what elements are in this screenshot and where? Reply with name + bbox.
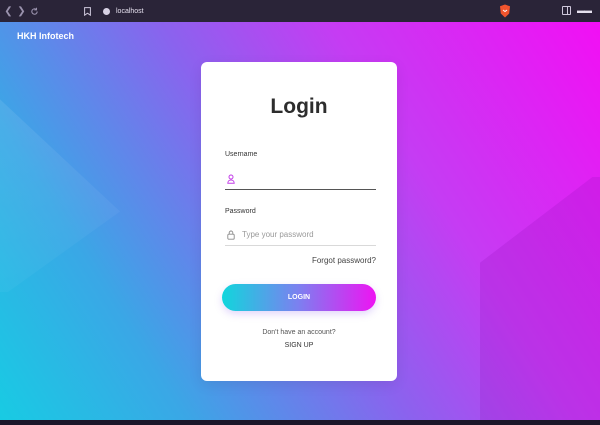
forgot-password-link[interactable]: Forgot password? xyxy=(312,256,376,265)
background-shape-left xyxy=(0,62,120,292)
login-button[interactable]: LOGIN xyxy=(222,284,376,311)
reload-icon[interactable] xyxy=(28,0,41,22)
chevron-right-icon[interactable]: ❯ xyxy=(15,0,28,22)
wallet-icon[interactable]: ▬▬ xyxy=(577,6,592,15)
password-field-row xyxy=(225,224,376,246)
sidebar-toggle-icon[interactable] xyxy=(562,6,571,15)
chevron-left-icon[interactable]: ❮ xyxy=(2,0,15,22)
bookmark-icon[interactable] xyxy=(81,0,94,22)
username-field-row xyxy=(225,168,376,190)
background-shape-right xyxy=(480,177,600,420)
user-icon xyxy=(226,173,236,185)
browser-toolbar: ❮ ❯ localhost ▬▬ xyxy=(0,0,600,22)
signup-link[interactable]: SIGN UP xyxy=(201,342,397,349)
address-bar[interactable]: localhost xyxy=(99,3,499,19)
username-label: Username xyxy=(225,151,258,158)
site-info-icon[interactable] xyxy=(103,7,110,15)
signup-prompt-text: Don't have an account? xyxy=(262,329,336,336)
brand-logo-text[interactable]: HKH Infotech xyxy=(17,31,74,41)
brave-shield-icon[interactable] xyxy=(499,4,511,18)
lock-icon xyxy=(226,229,236,241)
password-label: Password xyxy=(225,208,256,215)
login-card: Login Username Password Forgot password?… xyxy=(201,62,397,381)
page-viewport: HKH Infotech Login Username Password For… xyxy=(0,22,600,420)
page-title: Login xyxy=(270,95,328,118)
url-text: localhost xyxy=(116,7,144,15)
window-bottom-edge xyxy=(0,420,600,425)
username-input[interactable] xyxy=(242,174,372,183)
password-input[interactable] xyxy=(242,230,372,239)
